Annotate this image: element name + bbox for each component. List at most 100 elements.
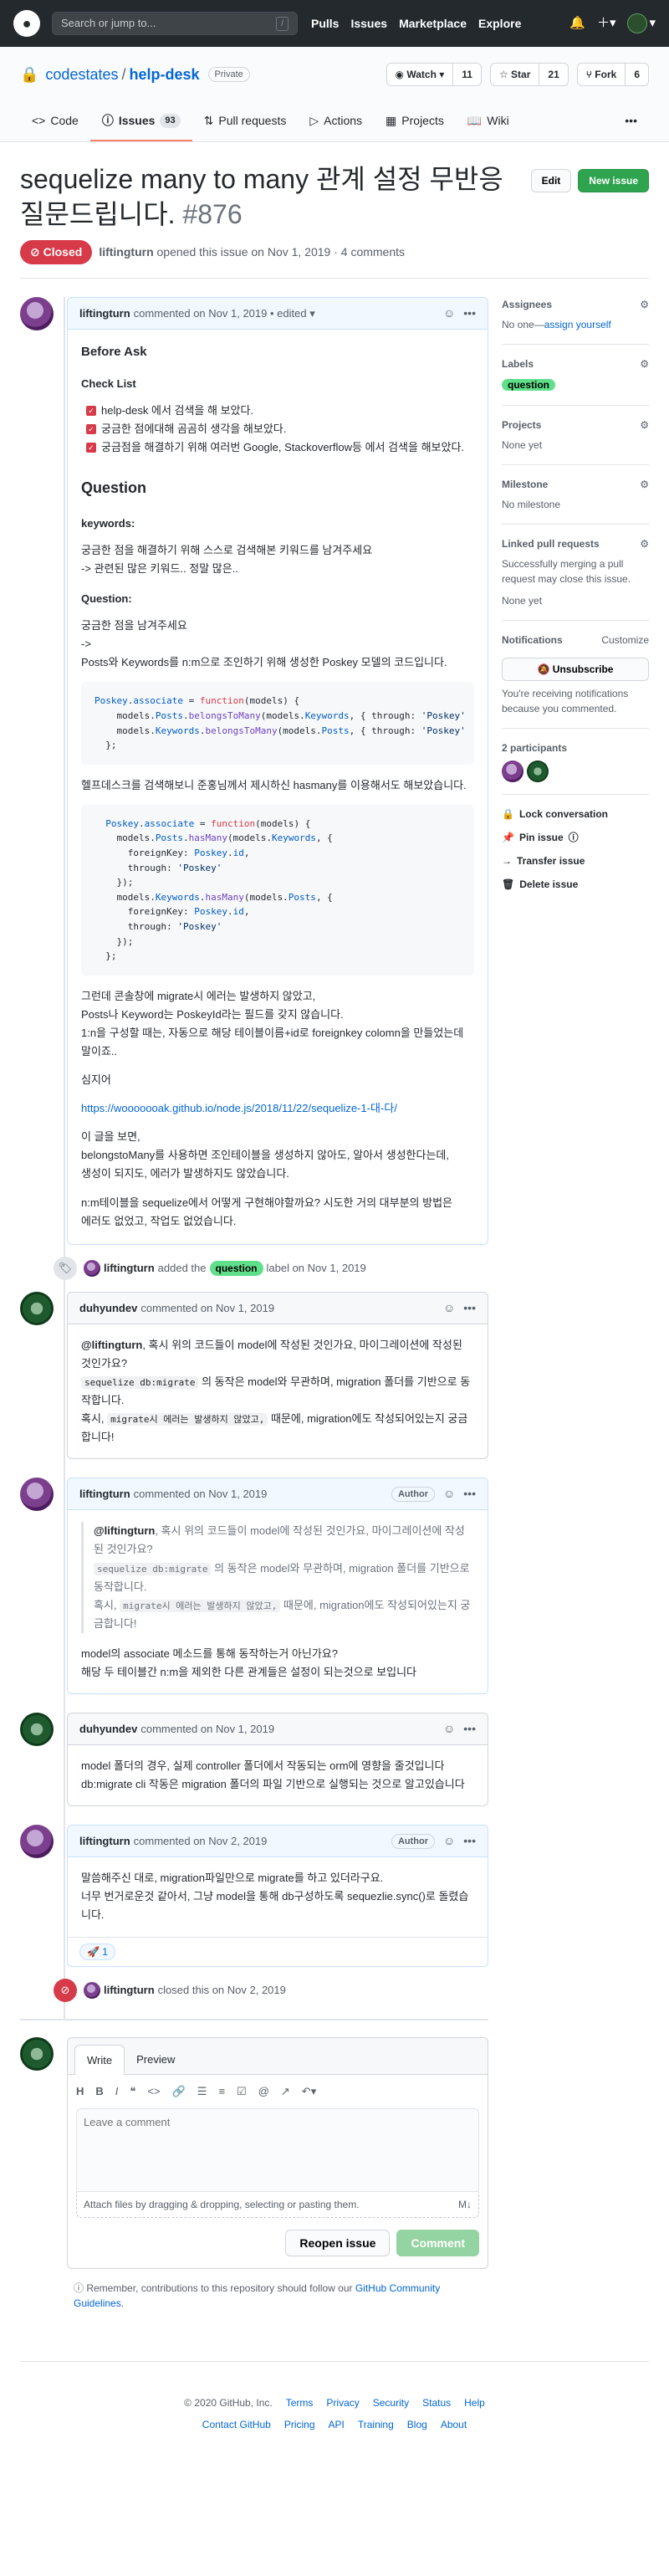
avatar[interactable] — [20, 297, 54, 331]
smiley-icon[interactable]: ☺ — [443, 1720, 455, 1738]
heading-icon[interactable]: H — [76, 2083, 84, 2100]
footer-terms[interactable]: Terms — [286, 2395, 314, 2410]
bold-icon[interactable]: B — [95, 2083, 103, 2100]
nav-explore[interactable]: Explore — [478, 15, 521, 33]
avatar[interactable] — [20, 1713, 54, 1747]
code-icon[interactable]: <> — [147, 2083, 160, 2100]
gear-icon[interactable]: ⚙ — [640, 536, 649, 551]
smiley-icon[interactable]: ☺ — [443, 305, 455, 322]
comment-author[interactable]: liftingturn — [79, 305, 130, 322]
footer-about[interactable]: About — [441, 2417, 467, 2432]
tab-pull-requests[interactable]: ⇅ Pull requests — [192, 105, 299, 141]
smiley-icon[interactable]: ☺ — [443, 1832, 455, 1850]
italic-icon[interactable]: I — [115, 2083, 119, 2100]
bulleted-list-icon[interactable]: ☰ — [197, 2083, 207, 2100]
question-label[interactable]: question — [209, 1260, 263, 1276]
footer-blog[interactable]: Blog — [407, 2417, 427, 2432]
gear-icon[interactable]: ⚙ — [640, 297, 649, 312]
unsubscribe-button[interactable]: 🔕 Unsubscribe — [502, 657, 649, 681]
reference-icon[interactable]: ↗ — [281, 2083, 290, 2100]
comment-button[interactable]: Comment — [396, 2229, 479, 2256]
avatar[interactable] — [502, 760, 523, 782]
task-list-icon[interactable]: ☑ — [237, 2083, 247, 2100]
fork-button[interactable]: ⑂ Fork 6 — [576, 63, 649, 86]
footer-security[interactable]: Security — [373, 2395, 409, 2410]
author-link[interactable]: liftingturn — [99, 245, 153, 259]
reopen-issue-button[interactable]: Reopen issue — [285, 2229, 391, 2256]
repo-name-link[interactable]: help-desk — [130, 64, 200, 86]
customize-link[interactable]: Customize — [601, 632, 649, 648]
comment-author[interactable]: liftingturn — [79, 1486, 130, 1503]
gear-icon[interactable]: ⚙ — [640, 356, 649, 371]
footer-status[interactable]: Status — [422, 2395, 451, 2410]
star-button[interactable]: ☆ Star 21 — [489, 63, 569, 86]
tab-projects[interactable]: ▦ Projects — [374, 105, 456, 141]
avatar[interactable] — [20, 1825, 54, 1859]
avatar[interactable] — [627, 13, 648, 33]
comment-author[interactable]: duhyundev — [79, 1300, 137, 1317]
checkbox-icon[interactable]: ✓ — [86, 405, 96, 416]
tab-wiki[interactable]: 📖 Wiki — [456, 105, 521, 141]
more-icon[interactable]: ••• — [463, 305, 476, 322]
footer-training[interactable]: Training — [358, 2417, 394, 2432]
link-icon[interactable]: 🔗 — [172, 2083, 186, 2100]
github-logo-icon[interactable]: ● — [13, 10, 40, 37]
checkbox-icon[interactable]: ✓ — [86, 443, 96, 453]
new-issue-button[interactable]: New issue — [578, 169, 649, 192]
question-label[interactable]: question — [502, 379, 555, 392]
smiley-icon[interactable]: ☺ — [443, 1485, 455, 1503]
avatar[interactable] — [20, 1477, 54, 1512]
search-input[interactable]: Search or jump to... / — [52, 12, 298, 35]
footer-pricing[interactable]: Pricing — [284, 2417, 315, 2432]
avatar[interactable] — [84, 1259, 100, 1277]
smiley-icon[interactable]: ☺ — [443, 1299, 455, 1317]
more-icon[interactable]: ••• — [463, 1485, 476, 1503]
avatar[interactable] — [527, 760, 549, 782]
pin-issue-button[interactable]: 📌 Pin issue ⓘ — [502, 830, 649, 845]
avatar[interactable] — [20, 1291, 54, 1325]
gear-icon[interactable]: ⚙ — [640, 477, 649, 492]
bell-icon[interactable]: 🔔 — [569, 14, 585, 33]
footer-api[interactable]: API — [329, 2417, 345, 2432]
tab-write[interactable]: Write — [74, 2044, 125, 2076]
plus-dropdown-icon[interactable]: ＋▾ — [597, 14, 616, 33]
attach-files[interactable]: Attach files by dragging & dropping, sel… — [76, 2191, 479, 2218]
checkbox-icon[interactable]: ✓ — [86, 423, 96, 434]
transfer-issue-button[interactable]: → Transfer issue — [502, 853, 649, 868]
avatar[interactable] — [84, 1981, 100, 1999]
more-icon[interactable]: ••• — [463, 1299, 476, 1317]
more-icon[interactable]: ••• — [463, 1720, 476, 1738]
mention-link[interactable]: @liftingturn — [81, 1339, 142, 1351]
avatar[interactable] — [20, 2036, 54, 2071]
footer-help[interactable]: Help — [464, 2395, 485, 2410]
delete-issue-button[interactable]: 🗑 Delete issue — [502, 877, 649, 892]
numbered-list-icon[interactable]: ≡ — [218, 2083, 225, 2100]
reply-icon[interactable]: ↶▾ — [302, 2083, 316, 2100]
repo-owner-link[interactable]: codestates — [45, 64, 118, 86]
assign-yourself-link[interactable]: assign yourself — [544, 319, 611, 330]
quote-icon[interactable]: ❝ — [130, 2083, 135, 2100]
more-icon[interactable]: ••• — [463, 1832, 476, 1850]
edited-dropdown[interactable]: • edited ▾ — [270, 305, 315, 322]
more-icon[interactable]: ••• — [613, 105, 649, 141]
rocket-reaction[interactable]: 🚀 1 — [79, 1943, 115, 1960]
nav-pulls[interactable]: Pulls — [311, 15, 339, 33]
footer-privacy[interactable]: Privacy — [326, 2395, 359, 2410]
comment-author[interactable]: duhyundev — [79, 1721, 137, 1738]
chevron-down-icon[interactable]: ▾ — [649, 14, 656, 33]
nav-issues[interactable]: Issues — [350, 15, 387, 33]
blog-link[interactable]: https://wooooooak.github.io/node.js/2018… — [81, 1102, 397, 1114]
nav-marketplace[interactable]: Marketplace — [399, 15, 467, 33]
tab-code[interactable]: <> Code — [20, 105, 90, 141]
gear-icon[interactable]: ⚙ — [640, 417, 649, 433]
tab-actions[interactable]: ▷ Actions — [298, 105, 374, 141]
watch-button[interactable]: ◉ Watch ▾ 11 — [386, 63, 482, 86]
footer-contact[interactable]: Contact GitHub — [202, 2417, 271, 2432]
comment-author[interactable]: liftingturn — [79, 1833, 130, 1850]
tab-issues[interactable]: ⓘ Issues 93 — [89, 105, 192, 141]
comment-input[interactable] — [76, 2107, 479, 2192]
mention-icon[interactable]: @ — [258, 2083, 269, 2100]
lock-conversation-button[interactable]: 🔒 Lock conversation — [502, 807, 649, 822]
edit-button[interactable]: Edit — [530, 169, 572, 192]
tab-preview[interactable]: Preview — [125, 2045, 186, 2075]
